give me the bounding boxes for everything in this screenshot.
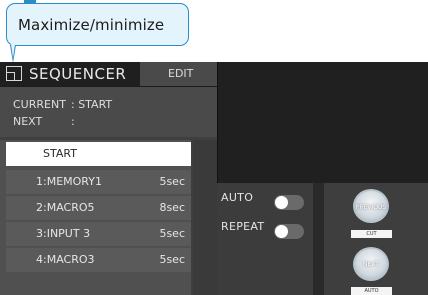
transition-panel: PREVIOUS CUT NEXT AUTO (324, 183, 428, 295)
sequencer-panel: SEQUENCER EDIT CURRENT: START NEXT: STAR… (0, 62, 217, 295)
panel-divider (313, 183, 324, 295)
callout-text: Maximize/minimize (18, 16, 165, 34)
callout-box: Maximize/minimize (6, 3, 189, 46)
next-line: NEXT: (13, 115, 75, 128)
callout-pointer-fill (11, 44, 15, 58)
list-item[interactable]: 4:MACRO3 5sec (6, 248, 191, 272)
cut-label: CUT (351, 230, 392, 238)
list-item-duration: 5sec (159, 227, 185, 240)
list-item-label: START (43, 147, 77, 160)
auto-label-caption: AUTO (351, 287, 392, 295)
auto-label: AUTO (221, 191, 254, 204)
maximize-icon[interactable] (6, 66, 22, 81)
list-item-label: 4:MACRO3 (36, 253, 95, 266)
next-value: : (71, 115, 75, 128)
repeat-toggle[interactable] (274, 224, 304, 239)
list-item-duration: 5sec (159, 175, 185, 188)
sequencer-status: CURRENT : START NEXT: (0, 86, 217, 137)
current-label: CURRENT (13, 98, 66, 111)
list-item[interactable]: 1:MEMORY1 5sec (6, 170, 191, 194)
sequencer-title: SEQUENCER (29, 65, 127, 83)
list-item-duration: 5sec (159, 253, 185, 266)
previous-button-label: PREVIOUS (355, 204, 387, 211)
toggle-panel: AUTO REPEAT (217, 183, 313, 295)
current-line: CURRENT : START (13, 98, 112, 111)
next-label: NEXT (13, 115, 43, 128)
previous-button[interactable]: PREVIOUS (353, 189, 389, 223)
edit-button-label: EDIT (168, 67, 194, 80)
list-item-label: 1:MEMORY1 (36, 175, 102, 188)
sequencer-header: SEQUENCER EDIT (0, 62, 217, 86)
auto-toggle-knob (275, 196, 288, 209)
preview-monitor (217, 62, 428, 183)
next-button[interactable]: NEXT (353, 247, 389, 281)
list-item-label: 3:INPUT 3 (36, 227, 91, 240)
list-item-start[interactable]: START (6, 142, 191, 166)
list-item[interactable]: 2:MACRO5 8sec (6, 196, 191, 220)
list-item-duration: 8sec (159, 201, 185, 214)
switcher-app: SEQUENCER EDIT CURRENT: START NEXT: STAR… (0, 62, 428, 295)
edit-button[interactable]: EDIT (140, 62, 217, 86)
repeat-label: REPEAT (221, 220, 265, 233)
repeat-toggle-knob (275, 225, 288, 238)
list-item-label: 2:MACRO5 (36, 201, 95, 214)
sequence-list: START 1:MEMORY1 5sec 2:MACRO5 8sec 3:INP… (0, 140, 191, 295)
auto-toggle[interactable] (274, 195, 304, 210)
list-scrollbar[interactable] (193, 140, 217, 295)
list-item[interactable]: 3:INPUT 3 5sec (6, 222, 191, 246)
next-button-label: NEXT (363, 261, 379, 268)
current-value: : START (71, 98, 113, 111)
